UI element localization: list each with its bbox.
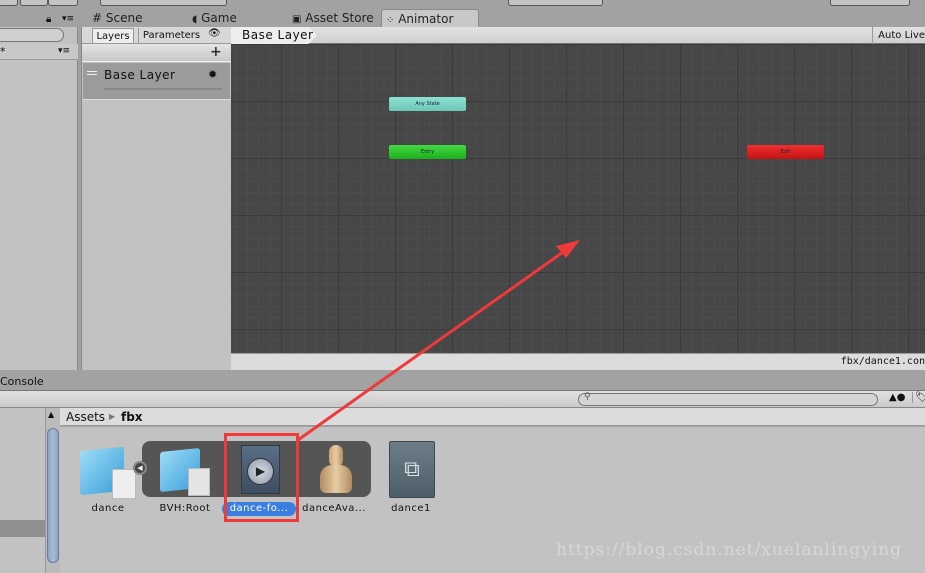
watermark: https://blog.csdn.net/xuelanlingying — [556, 540, 902, 560]
annotation-arrow — [297, 240, 580, 442]
annotation-arrow-line — [297, 248, 567, 442]
